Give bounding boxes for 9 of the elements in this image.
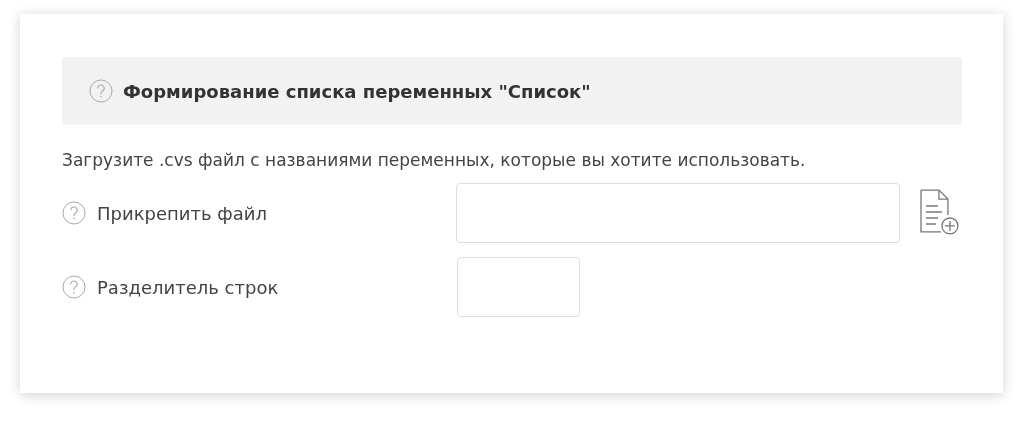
field-label: Разделитель строк xyxy=(97,276,279,298)
help-icon[interactable] xyxy=(62,201,86,225)
help-icon[interactable] xyxy=(89,79,113,103)
separator-input-field[interactable] xyxy=(457,257,580,317)
field-label: Прикрепить файл xyxy=(97,202,267,224)
description-text: Загрузите .cvs файл с названиями переменных, которые вы хотите использовать. xyxy=(62,152,807,169)
file-input-field[interactable] xyxy=(456,183,901,243)
section-title: Формирование списка переменных "Список" xyxy=(123,80,591,102)
help-icon[interactable] xyxy=(62,275,86,299)
